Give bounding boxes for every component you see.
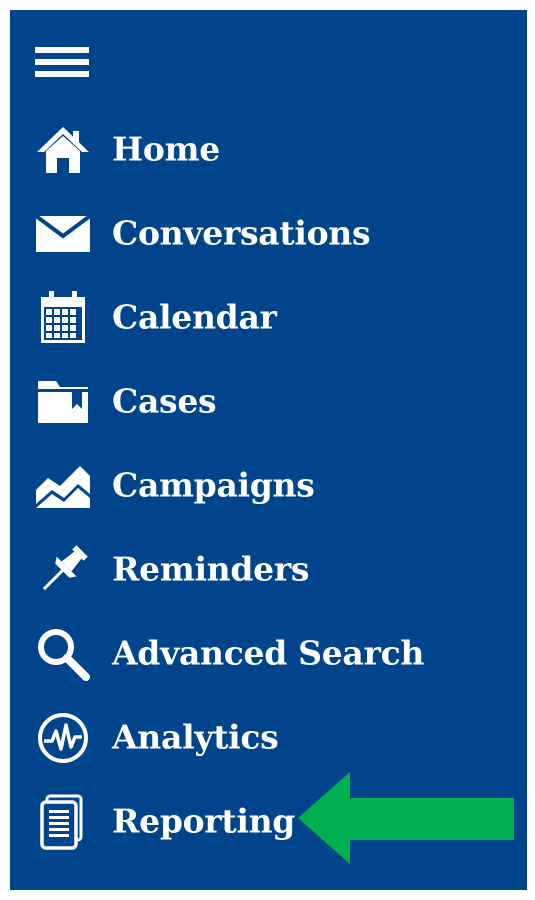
sidebar-item-home[interactable]: Home bbox=[10, 108, 527, 192]
sidebar-item-reminders[interactable]: Reminders bbox=[10, 528, 527, 612]
report-icon bbox=[32, 794, 94, 850]
sidebar: Home Conversations Calendar Cases Campai… bbox=[10, 10, 527, 890]
hamburger-bar bbox=[35, 59, 89, 65]
home-icon bbox=[32, 122, 94, 178]
calendar-icon bbox=[32, 290, 94, 346]
sidebar-item-label: Analytics bbox=[112, 717, 279, 757]
hamburger-bar bbox=[35, 71, 89, 77]
sidebar-item-cases[interactable]: Cases bbox=[10, 360, 527, 444]
sidebar-item-label: Cases bbox=[112, 381, 217, 421]
sidebar-item-calendar[interactable]: Calendar bbox=[10, 276, 527, 360]
area-chart-icon bbox=[32, 458, 94, 514]
sidebar-item-label: Reminders bbox=[112, 549, 310, 589]
sidebar-item-label: Home bbox=[112, 129, 220, 169]
hamburger-bar bbox=[35, 47, 89, 53]
folder-icon bbox=[32, 374, 94, 430]
pushpin-icon bbox=[32, 542, 94, 598]
search-icon bbox=[32, 626, 94, 682]
envelope-icon bbox=[32, 206, 94, 262]
sidebar-item-conversations[interactable]: Conversations bbox=[10, 192, 527, 276]
sidebar-item-advanced-search[interactable]: Advanced Search bbox=[10, 612, 527, 696]
sidebar-item-label: Reporting bbox=[112, 801, 296, 841]
sidebar-item-campaigns[interactable]: Campaigns bbox=[10, 444, 527, 528]
callout-arrow-icon bbox=[298, 772, 514, 864]
sidebar-item-label: Calendar bbox=[112, 297, 277, 337]
pulse-icon bbox=[32, 710, 94, 766]
sidebar-item-label: Campaigns bbox=[112, 465, 315, 505]
sidebar-nav: Home Conversations Calendar Cases Campai… bbox=[10, 108, 527, 864]
hamburger-menu-icon[interactable] bbox=[35, 44, 91, 82]
sidebar-item-label: Advanced Search bbox=[112, 633, 425, 673]
sidebar-item-label: Conversations bbox=[112, 213, 371, 253]
